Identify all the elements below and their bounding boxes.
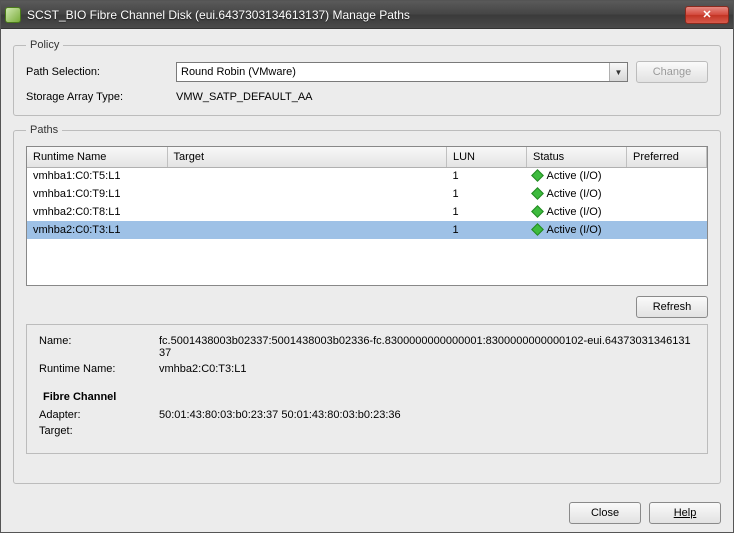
refresh-button[interactable]: Refresh — [636, 296, 708, 318]
col-runtime-name[interactable]: Runtime Name — [27, 147, 167, 167]
col-target[interactable]: Target — [167, 147, 447, 167]
close-button[interactable]: Close — [569, 502, 641, 524]
storage-array-type-value: VMW_SATP_DEFAULT_AA — [176, 91, 313, 103]
preferred-cell — [627, 221, 707, 239]
detail-name-label: Name: — [39, 335, 159, 359]
close-icon: ✕ — [702, 8, 711, 21]
app-icon — [5, 7, 21, 23]
policy-legend: Policy — [26, 39, 63, 51]
status-text: Active (I/O) — [547, 170, 602, 182]
chevron-down-icon: ▼ — [609, 63, 627, 81]
fibre-channel-header: Fibre Channel — [43, 391, 695, 403]
status-cell: Active (I/O) — [527, 185, 627, 203]
status-cell: Active (I/O) — [527, 221, 627, 239]
target-cell — [167, 221, 447, 239]
window-close-button[interactable]: ✕ — [685, 6, 729, 24]
lun-cell: 1 — [447, 185, 527, 203]
path-selection-dropdown[interactable]: Round Robin (VMware) ▼ — [176, 62, 628, 82]
runtime-cell: vmhba1:C0:T5:L1 — [27, 167, 167, 185]
detail-adapter-label: Adapter: — [39, 409, 159, 421]
table-row[interactable]: vmhba1:C0:T5:L1 1 Active (I/O) — [27, 167, 707, 185]
target-cell — [167, 167, 447, 185]
runtime-cell: vmhba2:C0:T8:L1 — [27, 203, 167, 221]
status-text: Active (I/O) — [547, 188, 602, 200]
policy-group: Policy Path Selection: Round Robin (VMwa… — [13, 39, 721, 116]
target-cell — [167, 203, 447, 221]
table-row[interactable]: vmhba1:C0:T9:L1 1 Active (I/O) — [27, 185, 707, 203]
lun-cell: 1 — [447, 167, 527, 185]
status-active-icon — [531, 223, 544, 236]
paths-legend: Paths — [26, 124, 62, 136]
detail-target-label: Target: — [39, 425, 159, 437]
change-button: Change — [636, 61, 708, 83]
table-row[interactable]: vmhba2:C0:T3:L1 1 Active (I/O) — [27, 221, 707, 239]
detail-runtime-value: vmhba2:C0:T3:L1 — [159, 363, 695, 375]
dialog-footer: Close Help — [13, 492, 721, 524]
status-text: Active (I/O) — [547, 206, 602, 218]
detail-target-value — [159, 425, 695, 437]
titlebar[interactable]: SCST_BIO Fibre Channel Disk (eui.6437303… — [1, 1, 733, 29]
path-selection-value: Round Robin (VMware) — [181, 66, 296, 78]
storage-array-type-label: Storage Array Type: — [26, 91, 176, 103]
status-cell: Active (I/O) — [527, 167, 627, 185]
runtime-cell: vmhba1:C0:T9:L1 — [27, 185, 167, 203]
col-lun[interactable]: LUN — [447, 147, 527, 167]
help-button[interactable]: Help — [649, 502, 721, 524]
window-title: SCST_BIO Fibre Channel Disk (eui.6437303… — [27, 8, 685, 22]
path-details-panel: Name: fc.5001438003b02337:5001438003b023… — [26, 324, 708, 454]
detail-name-value: fc.5001438003b02337:5001438003b02336-fc.… — [159, 335, 695, 359]
paths-table-container: Runtime Name Target LUN Status Preferred… — [26, 146, 708, 286]
preferred-cell — [627, 185, 707, 203]
detail-adapter-value: 50:01:43:80:03:b0:23:37 50:01:43:80:03:b… — [159, 409, 695, 421]
status-cell: Active (I/O) — [527, 203, 627, 221]
paths-group: Paths Runtime Name Target LUN Status Pre… — [13, 124, 721, 484]
dialog-content: Policy Path Selection: Round Robin (VMwa… — [1, 29, 733, 532]
preferred-cell — [627, 167, 707, 185]
target-cell — [167, 185, 447, 203]
manage-paths-dialog: SCST_BIO Fibre Channel Disk (eui.6437303… — [0, 0, 734, 533]
col-status[interactable]: Status — [527, 147, 627, 167]
runtime-cell: vmhba2:C0:T3:L1 — [27, 221, 167, 239]
lun-cell: 1 — [447, 203, 527, 221]
table-row[interactable]: vmhba2:C0:T8:L1 1 Active (I/O) — [27, 203, 707, 221]
paths-table: Runtime Name Target LUN Status Preferred… — [27, 147, 707, 239]
preferred-cell — [627, 203, 707, 221]
col-preferred[interactable]: Preferred — [627, 147, 707, 167]
status-text: Active (I/O) — [547, 224, 602, 236]
detail-runtime-label: Runtime Name: — [39, 363, 159, 375]
status-active-icon — [531, 205, 544, 218]
lun-cell: 1 — [447, 221, 527, 239]
status-active-icon — [531, 169, 544, 182]
status-active-icon — [531, 187, 544, 200]
path-selection-label: Path Selection: — [26, 66, 176, 78]
